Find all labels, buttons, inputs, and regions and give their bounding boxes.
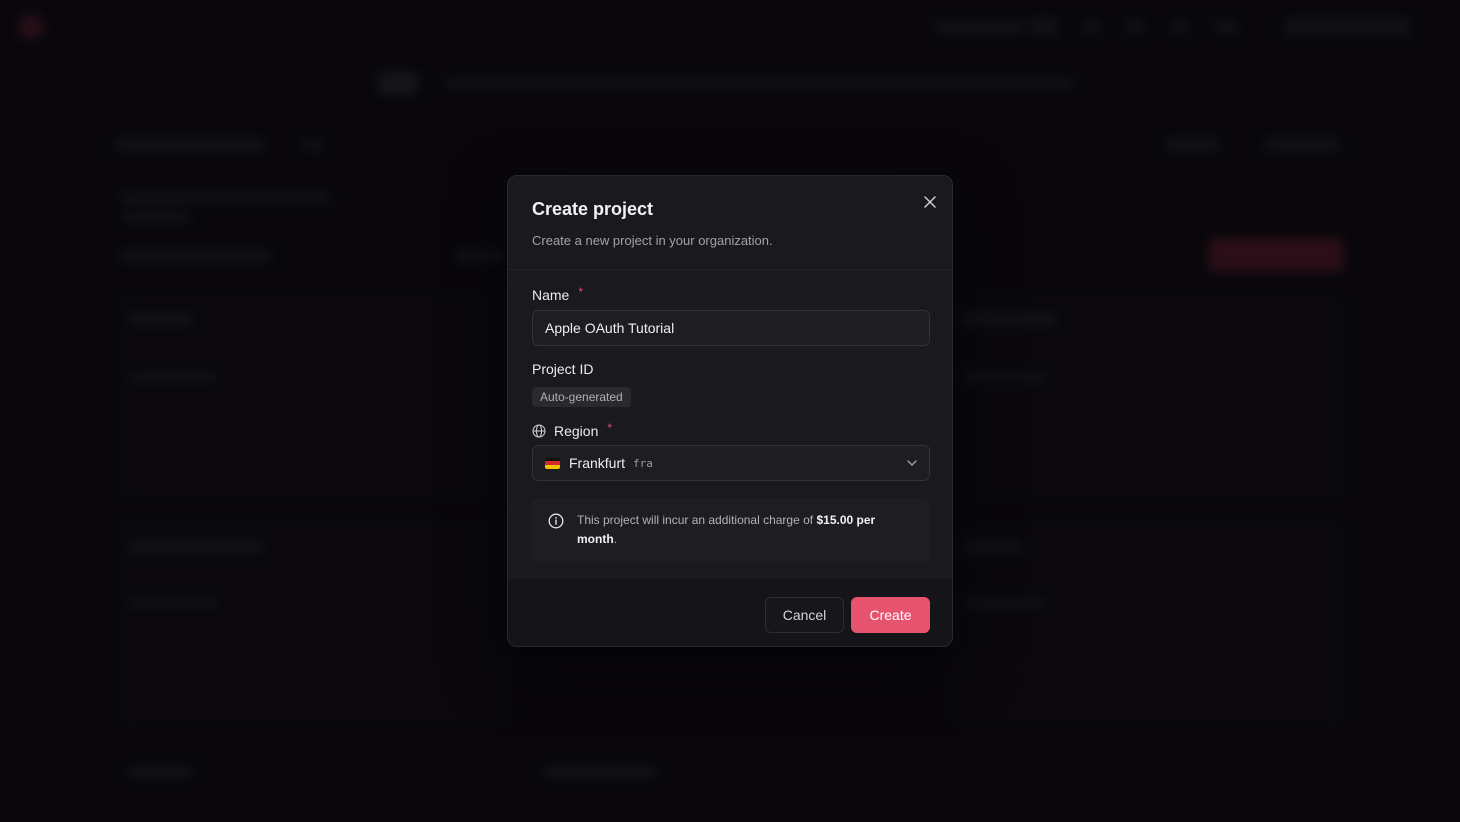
region-field-label: Region * xyxy=(532,421,613,440)
pricing-notice-text: This project will incur an additional ch… xyxy=(577,511,914,563)
app-page: Create project Create a new project in y… xyxy=(0,0,1460,822)
dialog-title: Create project xyxy=(532,199,654,219)
notice-text-before: This project will incur an additional ch… xyxy=(577,513,817,527)
germany-flag-icon xyxy=(545,457,560,469)
pricing-notice: This project will incur an additional ch… xyxy=(532,498,930,563)
project-id-label-text: Project ID xyxy=(532,361,594,377)
required-marker: * xyxy=(607,421,613,435)
close-button[interactable] xyxy=(920,192,940,212)
project-id-label: Project ID xyxy=(532,360,593,378)
region-select[interactable]: Frankfurt fra xyxy=(532,445,930,481)
create-button[interactable]: Create xyxy=(851,597,930,633)
cancel-button[interactable]: Cancel xyxy=(765,597,844,633)
project-name-input[interactable] xyxy=(532,310,930,346)
notice-text-after: . xyxy=(613,532,617,546)
name-field-label: Name * xyxy=(532,285,584,304)
region-label-text: Region xyxy=(554,423,599,439)
dialog-subtitle: Create a new project in your organizatio… xyxy=(532,233,773,248)
region-selected-code: fra xyxy=(633,456,653,470)
dialog-header: Create project Create a new project in y… xyxy=(508,176,952,270)
dialog-footer: Cancel Create xyxy=(508,577,952,646)
name-label-text: Name xyxy=(532,287,570,303)
create-project-dialog: Create project Create a new project in y… xyxy=(507,175,953,647)
region-selected-name: Frankfurt xyxy=(569,455,626,471)
auto-generated-badge: Auto-generated xyxy=(532,387,631,407)
chevron-down-icon xyxy=(907,460,917,466)
close-icon xyxy=(924,196,936,208)
required-marker: * xyxy=(578,285,584,299)
info-icon xyxy=(548,513,564,529)
globe-icon xyxy=(532,424,546,438)
